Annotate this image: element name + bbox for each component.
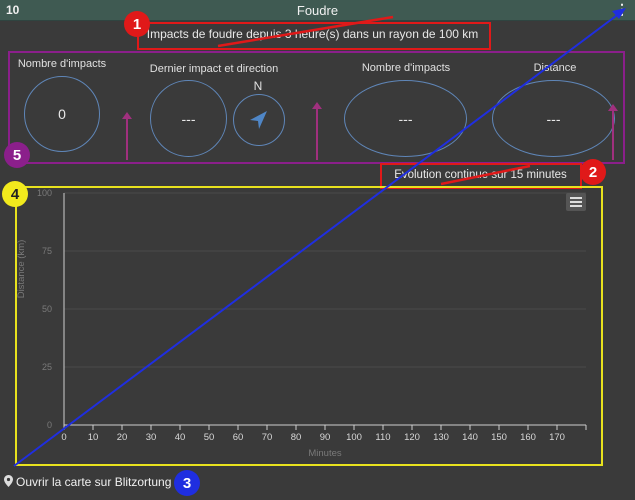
x-tick-label: 50 xyxy=(204,432,215,443)
x-tick-label: 110 xyxy=(375,432,390,443)
y-tick-label: 0 xyxy=(47,420,52,430)
x-axis-label: Minutes xyxy=(308,448,342,459)
x-tick-label: 10 xyxy=(88,432,99,443)
x-tick-label: 160 xyxy=(520,432,536,443)
y-tick-label: 25 xyxy=(42,362,52,372)
x-tick-label: 0 xyxy=(61,432,66,443)
blitzortung-link-label: Ouvrir la carte sur Blitzortung xyxy=(16,475,172,489)
x-tick-label: 120 xyxy=(404,432,420,443)
hamburger-icon xyxy=(570,197,582,207)
x-tick-label: 20 xyxy=(117,432,128,443)
annotation-marker-2: 2 xyxy=(580,159,606,185)
chart-menu-button[interactable] xyxy=(566,193,586,211)
annotation-marker-5: 5 xyxy=(4,142,30,168)
y-axis-label: Distance (km) xyxy=(16,240,27,299)
annotation-marker-3: 3 xyxy=(174,470,200,496)
x-tick-label: 100 xyxy=(346,432,362,443)
x-tick-label: 130 xyxy=(433,432,449,443)
x-tick-label: 170 xyxy=(549,432,565,443)
x-tick-label: 60 xyxy=(233,432,244,443)
y-tick-label: 75 xyxy=(42,246,52,256)
location-pin-icon xyxy=(4,475,13,487)
x-tick-label: 140 xyxy=(462,432,478,443)
x-tick-label: 30 xyxy=(146,432,157,443)
annotation-marker-4: 4 xyxy=(2,181,28,207)
x-tick-label: 40 xyxy=(175,432,186,443)
annotation-marker-1: 1 xyxy=(124,11,150,37)
x-tick-label: 70 xyxy=(262,432,273,443)
y-tick-label: 100 xyxy=(37,188,52,198)
blitzortung-link[interactable]: Ouvrir la carte sur Blitzortung xyxy=(4,475,171,489)
x-tick-label: 90 xyxy=(320,432,331,443)
chart-svg: 0 25 50 75 100 0 10 20 30 40 50 60 70 80 90 100 110 120 13… xyxy=(16,188,587,459)
x-tick-label: 80 xyxy=(291,432,302,443)
y-tick-label: 50 xyxy=(42,304,52,314)
x-tick-label: 150 xyxy=(491,432,507,443)
